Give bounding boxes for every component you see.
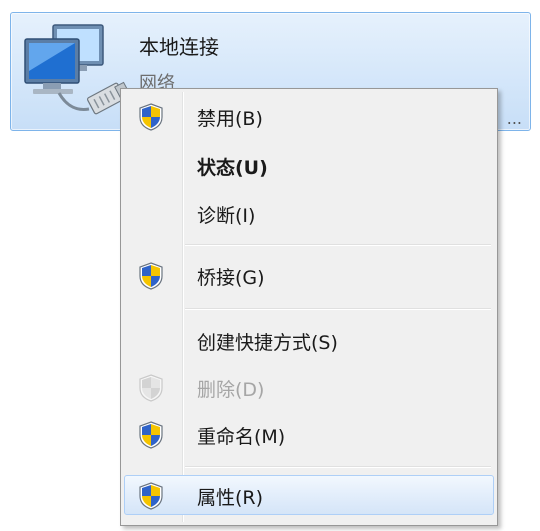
menu-item-status[interactable]: 状态(U): [124, 145, 494, 185]
connection-device-truncated: ...: [506, 109, 522, 128]
menu-separator: [185, 308, 491, 310]
menu-item-disable[interactable]: 禁用(B): [124, 96, 494, 136]
menu-separator: [185, 466, 491, 468]
menu-item-label: 创建快捷方式(S): [197, 332, 338, 354]
menu-item-label: 诊断(I): [197, 205, 256, 227]
menu-item-create-shortcut[interactable]: 创建快捷方式(S): [124, 320, 494, 360]
menu-item-label: 禁用(B): [197, 108, 263, 130]
uac-shield-icon: [139, 421, 163, 449]
menu-separator: [185, 244, 491, 246]
uac-shield-icon: [139, 103, 163, 131]
menu-item-diagnose[interactable]: 诊断(I): [124, 193, 494, 233]
desktop-area: 本地连接 网络 ... 禁用(B) 状态(U) 诊断(I) 桥接(G) 创建快捷…: [0, 0, 540, 531]
menu-item-label: 状态(U): [197, 157, 268, 179]
menu-item-label: 桥接(G): [197, 267, 265, 289]
menu-item-delete: 删除(D): [124, 367, 494, 407]
menu-item-properties[interactable]: 属性(R): [124, 475, 494, 515]
uac-shield-icon: [139, 262, 163, 290]
connection-name: 本地连接: [139, 35, 219, 59]
menu-item-bridge[interactable]: 桥接(G): [124, 255, 494, 295]
uac-shield-icon: [139, 374, 163, 402]
context-menu: 禁用(B) 状态(U) 诊断(I) 桥接(G) 创建快捷方式(S) 删除(D) …: [120, 88, 498, 526]
menu-item-label: 删除(D): [197, 379, 265, 401]
menu-item-label: 属性(R): [197, 487, 264, 509]
uac-shield-icon: [139, 482, 163, 510]
menu-item-rename[interactable]: 重命名(M): [124, 414, 494, 454]
menu-item-label: 重命名(M): [197, 426, 286, 448]
